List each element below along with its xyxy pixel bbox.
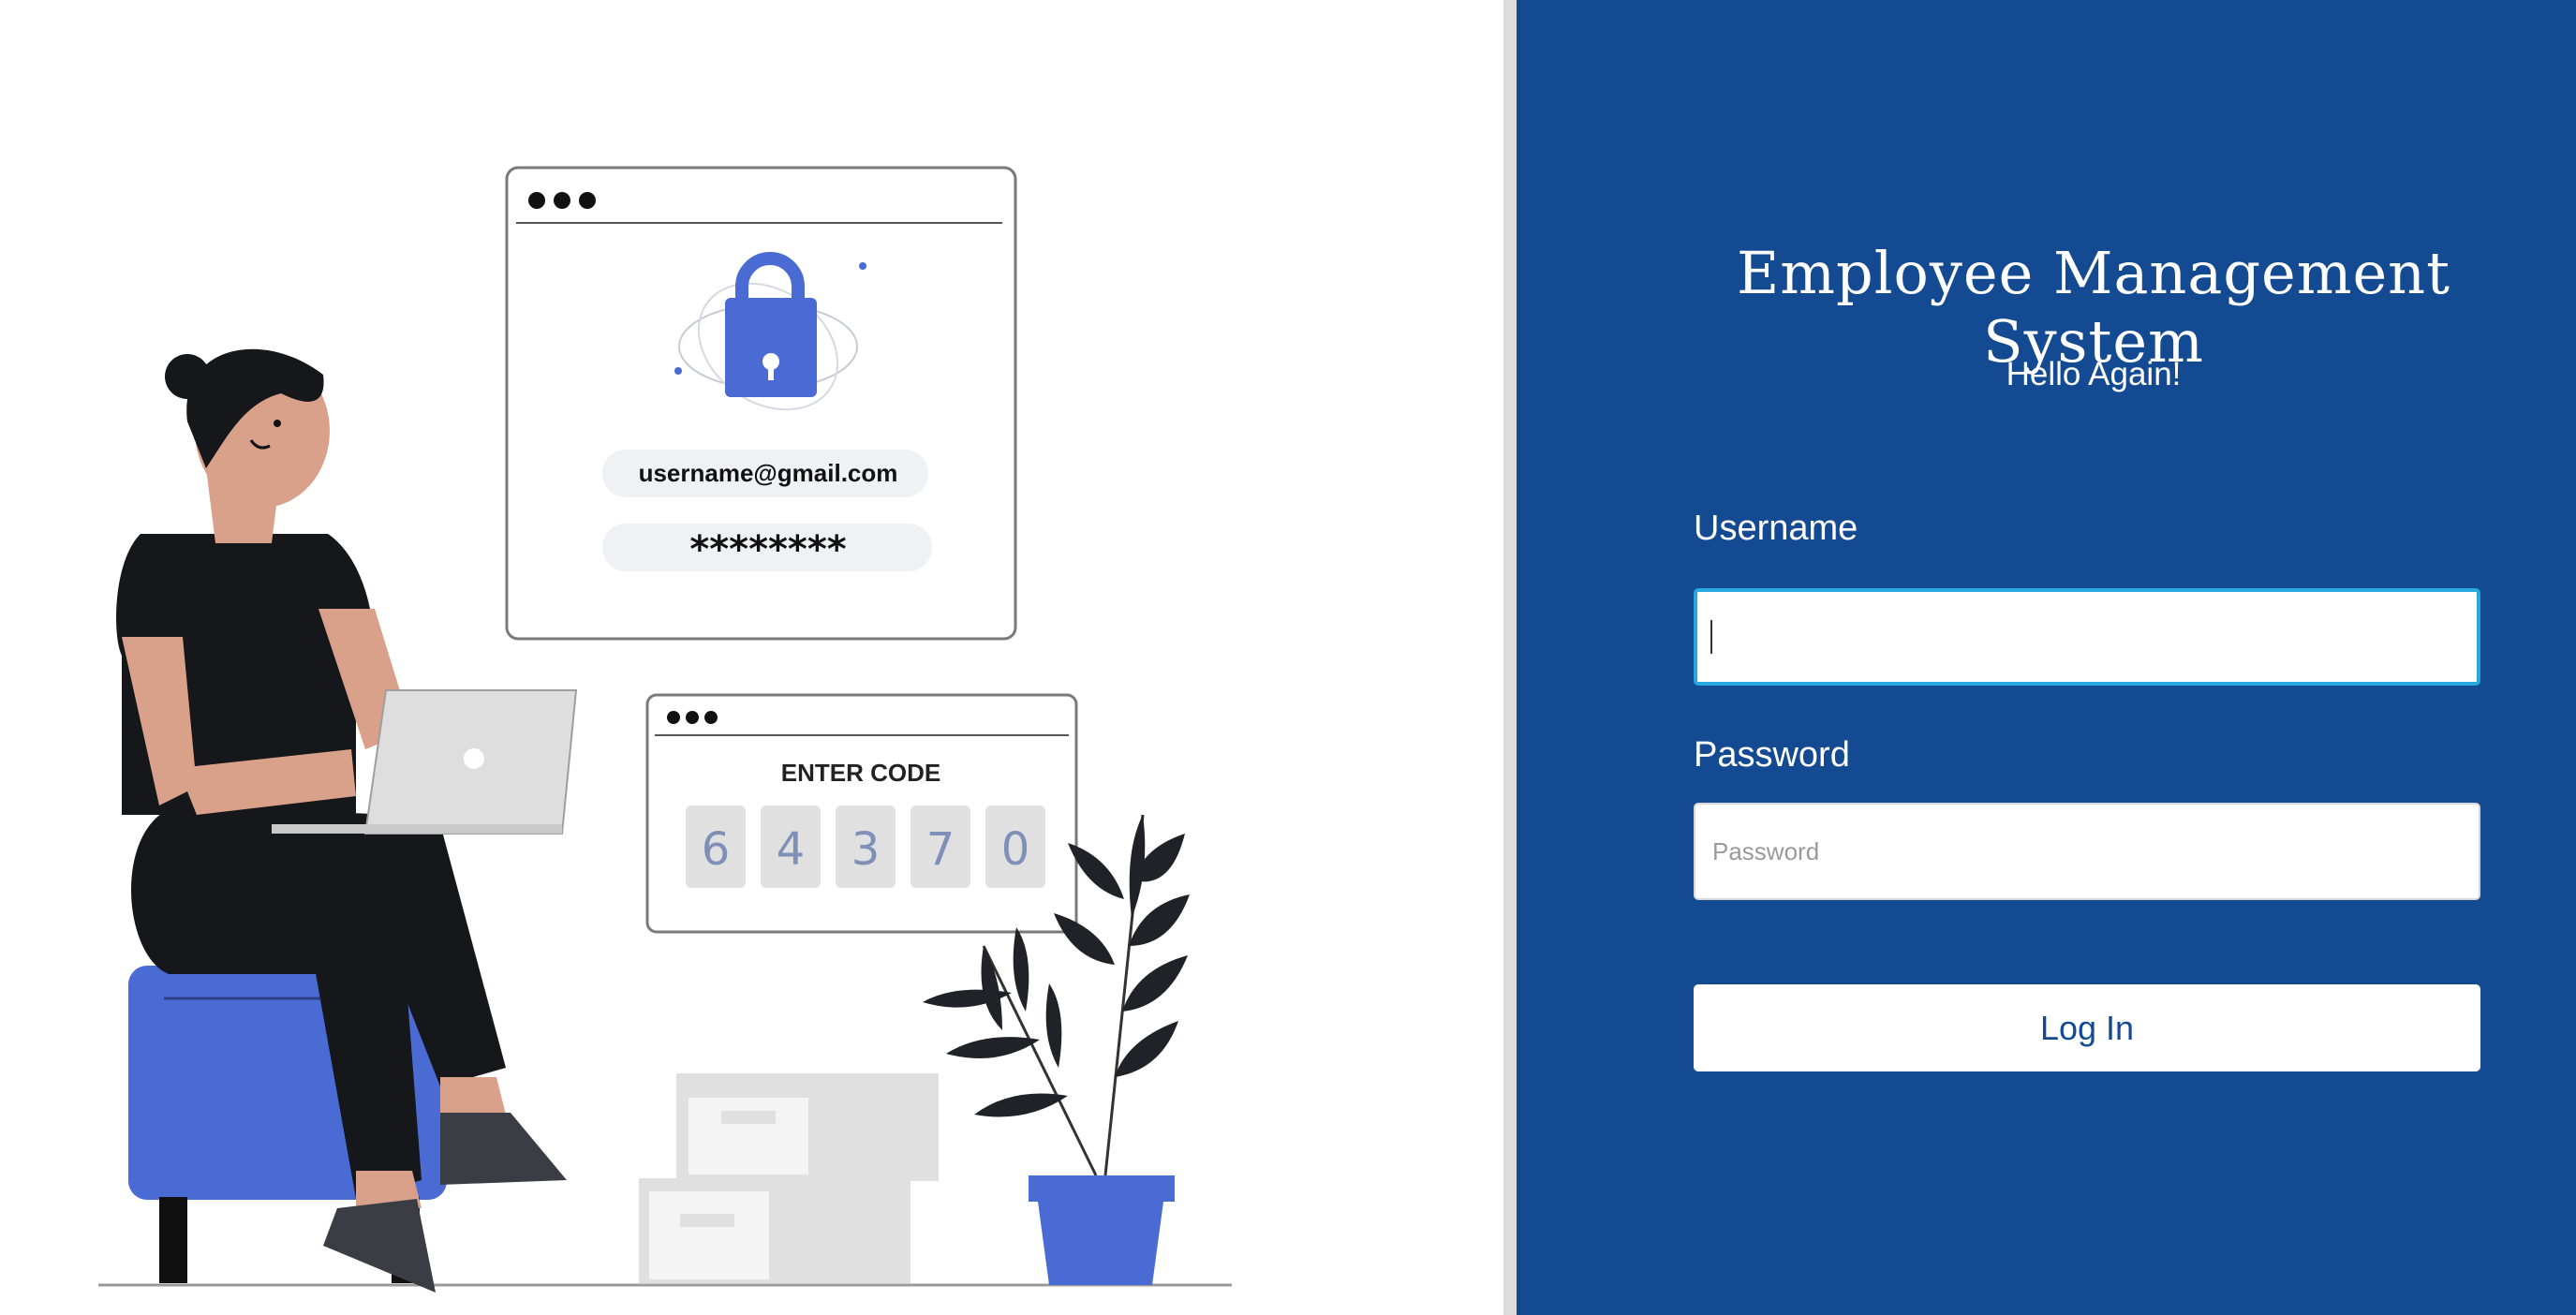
text-caret [1710,620,1712,654]
username-label: Username [1694,509,1858,548]
code-digit: 7 [926,823,955,876]
illustration-panel: username@gmail.com ******** ENTER CODE 6… [0,0,1503,1315]
login-card-illustration: username@gmail.com ******** [505,166,1017,641]
code-digit: 4 [777,823,806,876]
code-heading: ENTER CODE [781,759,940,787]
illustration-password-mask: ******** [689,528,846,571]
illustration-email: username@gmail.com [639,459,898,487]
code-card-illustration: ENTER CODE 6 4 3 7 0 [645,693,1078,934]
pane-divider [1503,0,1517,1315]
login-button[interactable]: Log In [1694,984,2480,1071]
password-input[interactable] [1694,803,2480,900]
password-label: Password [1694,735,1850,775]
code-digit: 3 [851,823,881,876]
username-input[interactable] [1694,588,2480,686]
code-digit: 0 [1001,823,1030,876]
greeting-text: Hello Again! [2006,356,2182,392]
code-digit: 6 [702,823,731,876]
login-illustration: username@gmail.com ******** ENTER CODE 6… [98,166,1232,1293]
storage-boxes [639,1073,939,1283]
